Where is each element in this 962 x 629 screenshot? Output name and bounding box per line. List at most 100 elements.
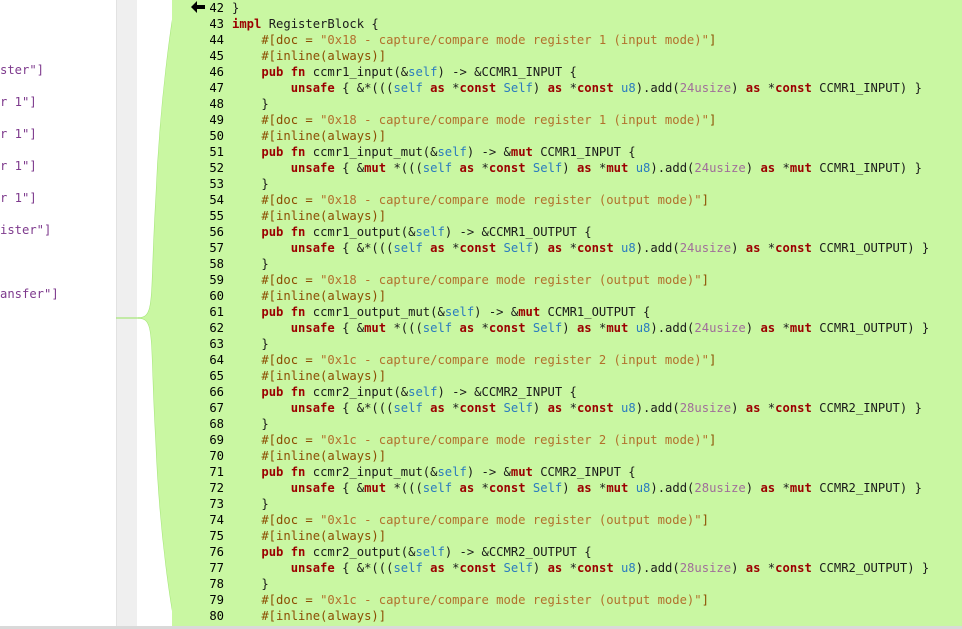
line-number[interactable]: 54 — [172, 192, 224, 208]
line-number[interactable]: 56 — [172, 224, 224, 240]
line-source: #[inline(always)] — [224, 208, 386, 224]
code-token: as — [576, 481, 592, 495]
code-token: self — [444, 305, 475, 319]
line-number[interactable]: 78 — [172, 576, 224, 592]
code-token: ccmr1_output_mut(& — [305, 305, 445, 319]
code-token: CCMR2_OUTPUT) } — [811, 561, 930, 575]
line-source: #[inline(always)] — [224, 608, 386, 624]
line-number[interactable]: 73 — [172, 496, 224, 512]
line-number[interactable]: 71 — [172, 464, 224, 480]
line-number[interactable]: 76 — [172, 544, 224, 560]
code-token: { &*((( — [334, 81, 394, 95]
line-number[interactable]: 68 — [172, 416, 224, 432]
code-line: 76 pub fn ccmr2_output(&self) -> &CCMR2_… — [172, 544, 591, 560]
code-token: * — [775, 321, 790, 335]
line-source: } — [224, 336, 268, 352]
code-token: ) -> & — [474, 305, 519, 319]
line-number[interactable]: 51 — [172, 144, 224, 160]
line-number[interactable]: 61 — [172, 304, 224, 320]
line-number[interactable]: 53 — [172, 176, 224, 192]
line-number[interactable]: 48 — [172, 96, 224, 112]
code-token: Self — [532, 321, 563, 335]
code-token: const — [775, 241, 812, 255]
code-token: ] — [708, 33, 717, 47]
code-token: * — [591, 481, 607, 495]
code-token: as — [760, 161, 776, 175]
left-code-pane[interactable]: ster"] r 1"] r 1"] r 1"] r 1"] ister"] ansfer"… — [0, 0, 116, 629]
code-token: *((( — [386, 161, 423, 175]
code-token: ] — [701, 193, 709, 207]
code-token: const — [775, 561, 812, 575]
code-token: #[inline(always)] — [232, 369, 387, 383]
code-token: ccmr1_output(& — [305, 225, 416, 239]
line-number[interactable]: 74 — [172, 512, 224, 528]
line-number[interactable]: 46 — [172, 64, 224, 80]
code-token: { &*((( — [334, 561, 394, 575]
code-token: self — [422, 481, 453, 495]
code-line: 62 unsafe { &mut *(((self as *const Self… — [172, 320, 929, 336]
line-number[interactable]: 67 — [172, 400, 224, 416]
code-token: CCMR2_INPUT) } — [811, 401, 922, 415]
code-token: "0x1c - capture/compare mode register (o… — [320, 593, 702, 607]
line-number[interactable]: 80 — [172, 608, 224, 624]
line-number[interactable]: 45 — [172, 48, 224, 64]
code-token: ).add( — [635, 241, 680, 255]
code-line: 43 impl RegisterBlock { — [172, 16, 378, 32]
line-number[interactable]: 52 — [172, 160, 224, 176]
code-token: ) — [532, 241, 548, 255]
line-number[interactable]: 57 — [172, 240, 224, 256]
line-number[interactable]: 62 — [172, 320, 224, 336]
code-token: * — [562, 241, 577, 255]
line-number[interactable]: 72 — [172, 480, 224, 496]
line-number[interactable]: 58 — [172, 256, 224, 272]
left-code-line: ster"] — [0, 63, 45, 77]
code-token: impl — [232, 17, 262, 31]
code-pane[interactable]: 42} 43 impl RegisterBlock {44 #[doc = "0x1… — [172, 0, 962, 629]
code-token: ).add( — [635, 81, 680, 95]
code-token: CCMR1_INPUT) } — [811, 161, 922, 175]
code-token: * — [474, 161, 489, 175]
line-number[interactable]: 59 — [172, 272, 224, 288]
left-code-line: r 1"] — [0, 191, 37, 205]
line-number[interactable]: 69 — [172, 432, 224, 448]
line-number[interactable]: 47 — [172, 80, 224, 96]
code-token: ccmr2_input_mut(& — [305, 465, 438, 479]
code-token: Self — [503, 81, 533, 95]
line-number[interactable]: 65 — [172, 368, 224, 384]
line-source: } — [224, 176, 268, 192]
line-number[interactable]: 55 — [172, 208, 224, 224]
back-arrow-icon[interactable] — [191, 1, 205, 13]
line-source: pub fn ccmr2_input_mut(&self) -> &mut CC… — [224, 464, 635, 480]
left-code-line: ister"] — [0, 223, 52, 237]
line-number[interactable]: 63 — [172, 336, 224, 352]
line-number[interactable]: 77 — [172, 560, 224, 576]
line-number[interactable]: 70 — [172, 448, 224, 464]
code-token: as — [547, 401, 563, 415]
code-line: 48 } — [172, 96, 268, 112]
line-number[interactable]: 79 — [172, 592, 224, 608]
code-token: ccmr1_input(& — [305, 65, 409, 79]
code-token: ).add( — [635, 561, 680, 575]
line-number[interactable]: 60 — [172, 288, 224, 304]
line-number[interactable]: 43 — [172, 16, 224, 32]
line-number[interactable]: 49 — [172, 112, 224, 128]
code-token: 24usize — [694, 321, 746, 335]
line-source: } — [224, 0, 239, 16]
code-line: 73 } — [172, 496, 268, 512]
code-token: #[doc = — [232, 273, 321, 287]
code-token: ).add( — [635, 401, 680, 415]
line-number[interactable]: 75 — [172, 528, 224, 544]
code-line: 60 #[inline(always)] — [172, 288, 386, 304]
code-token: { &*((( — [334, 401, 394, 415]
code-token: CCMR1_INPUT { — [532, 145, 636, 159]
line-number[interactable]: 44 — [172, 32, 224, 48]
line-number[interactable]: 64 — [172, 352, 224, 368]
code-line: 44 #[doc = "0x18 - capture/compare mode … — [172, 32, 716, 48]
line-number[interactable]: 66 — [172, 384, 224, 400]
line-number[interactable]: 50 — [172, 128, 224, 144]
code-token: pub fn — [261, 545, 306, 559]
